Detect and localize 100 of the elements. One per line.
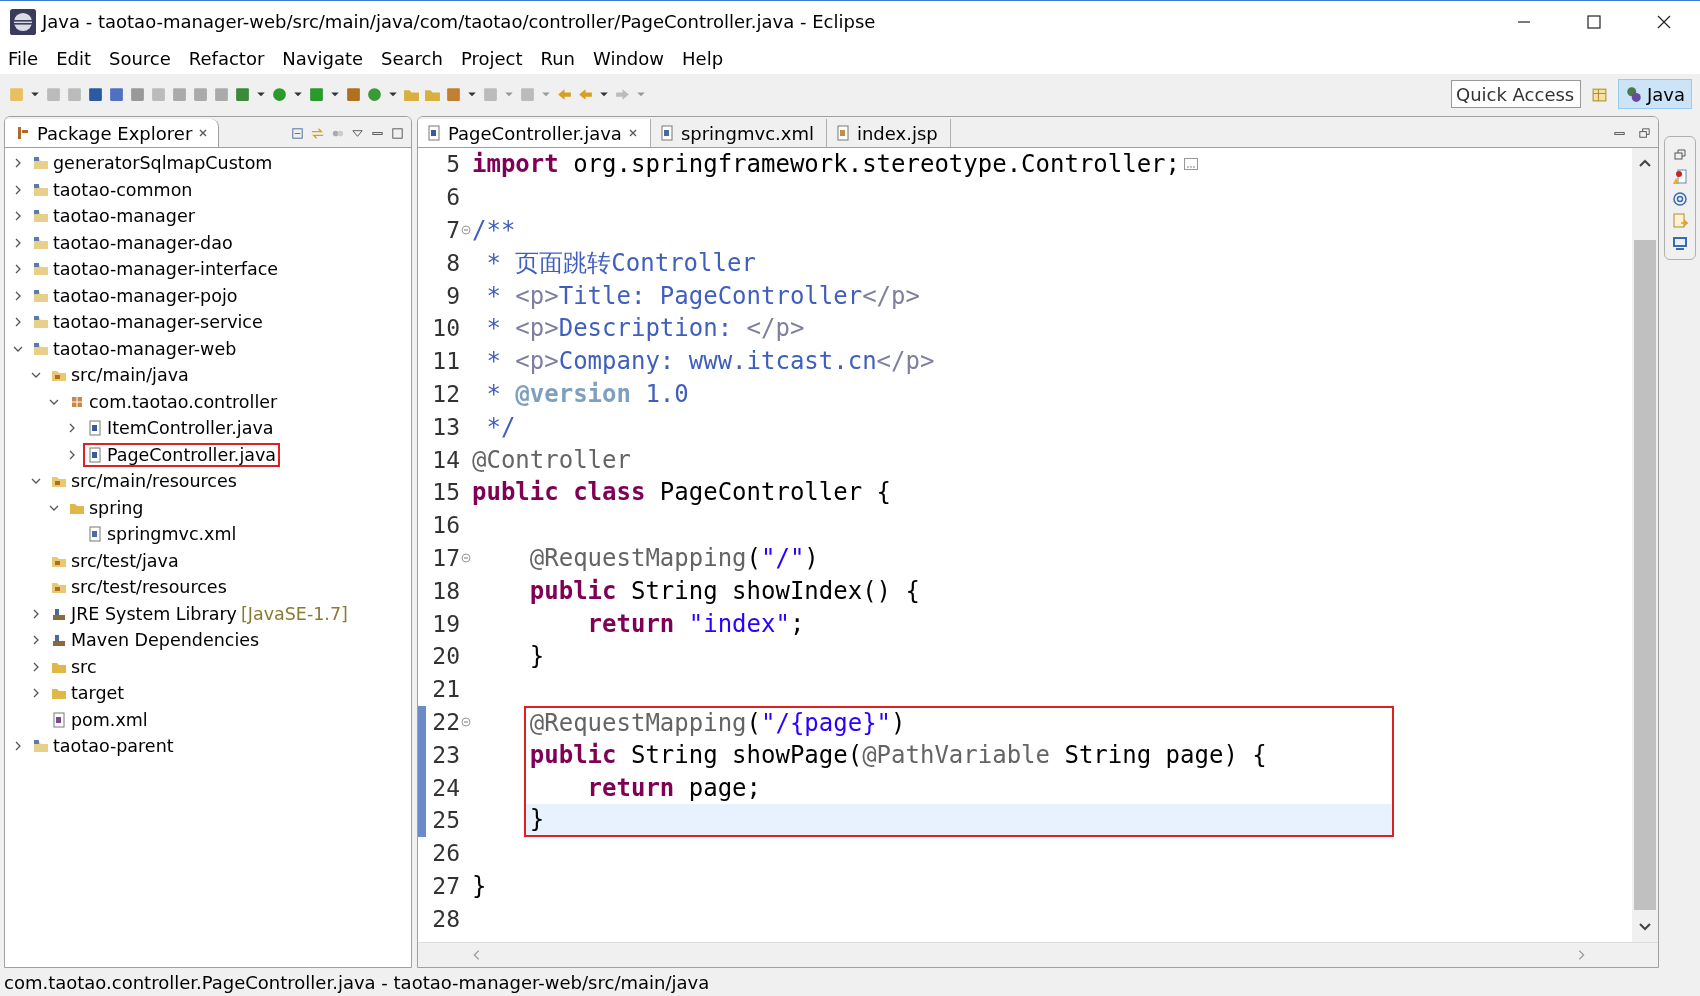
quick-access-field[interactable]: Quick Access xyxy=(1450,80,1581,108)
eclipse-logo-icon xyxy=(10,8,36,35)
fold-icon[interactable] xyxy=(461,552,471,563)
code-line: @Controller xyxy=(472,445,631,474)
line-number: 13 xyxy=(431,413,460,440)
project-icon xyxy=(33,208,49,225)
maven-file-icon xyxy=(51,711,67,728)
menu-item[interactable]: Navigate xyxy=(282,47,364,69)
menu-item[interactable]: File xyxy=(8,47,39,69)
tree-item[interactable]: taotao-parent xyxy=(29,734,178,759)
editor-tab[interactable]: PageController.java xyxy=(418,119,651,147)
line-number: 18 xyxy=(431,577,460,604)
tree-item[interactable]: taotao-manager xyxy=(29,204,199,229)
code-line: } xyxy=(472,871,487,900)
code-line: * @version 1.0 xyxy=(485,379,689,408)
line-number: 24 xyxy=(431,774,460,801)
tree-item[interactable]: taotao-manager-interface xyxy=(29,257,283,282)
project-icon xyxy=(33,314,49,331)
java-perspective-button[interactable]: Java xyxy=(1617,79,1692,109)
tree-item[interactable]: springmvc.xml xyxy=(83,522,241,547)
status-text: com.taotao.controller.PageController.java - taotao-manager-web/src/main/java xyxy=(4,971,710,993)
editor-tab[interactable]: springmvc.xml xyxy=(650,119,827,147)
code-line: } xyxy=(528,805,545,834)
code-line: import org.springframework.stereotype.Controller; xyxy=(472,150,1181,179)
restore-icon[interactable] xyxy=(1672,147,1688,163)
editor-tab[interactable]: index.jsp xyxy=(826,119,951,147)
menu-item[interactable]: Help xyxy=(682,47,724,69)
project-icon xyxy=(33,738,49,755)
tree-item[interactable]: src/main/java xyxy=(47,363,193,388)
line-number: 12 xyxy=(431,380,460,407)
tree-item[interactable]: JRE System Library [JavaSE-1.7] xyxy=(47,601,352,626)
restore-icon[interactable] xyxy=(1637,125,1652,141)
tree-item[interactable]: generatorSqlmapCustom xyxy=(29,151,277,176)
collapse-all-icon[interactable] xyxy=(290,125,305,141)
project-icon xyxy=(33,340,49,357)
line-number: 22 xyxy=(431,708,460,735)
menu-item[interactable]: Run xyxy=(540,47,576,69)
line-number: 14 xyxy=(431,446,460,473)
tree-item[interactable]: ItemController.java xyxy=(83,416,278,441)
code-line: * <p>Title: PageController</p> xyxy=(485,281,920,310)
project-icon xyxy=(33,155,49,172)
code-line: public String showPage(@PathVariable String page) { xyxy=(528,740,1267,769)
line-number: 16 xyxy=(431,512,460,539)
java-file-icon xyxy=(87,446,103,463)
menu-item[interactable]: Edit xyxy=(56,47,91,69)
code-line: } xyxy=(528,642,545,671)
line-number: 26 xyxy=(431,840,460,867)
folded-code-icon[interactable] xyxy=(1184,158,1199,171)
problems-icon[interactable] xyxy=(1672,169,1688,185)
package-explorer-tab[interactable]: Package Explorer xyxy=(5,119,220,147)
tree-item[interactable]: pom.xml xyxy=(47,707,152,732)
tree-item[interactable]: src/test/java xyxy=(47,548,183,573)
code-line: return page; xyxy=(586,773,761,802)
tree-item[interactable]: taotao-manager-web xyxy=(29,336,241,361)
code-line: public String showIndex() { xyxy=(528,576,920,605)
close-icon[interactable] xyxy=(198,128,209,138)
menu-item[interactable]: Source xyxy=(109,47,171,69)
menu-item[interactable]: Refactor xyxy=(188,47,265,69)
tree-item[interactable]: src/test/resources xyxy=(47,575,231,600)
line-number: 11 xyxy=(431,348,460,375)
maximize-icon[interactable] xyxy=(1586,13,1602,30)
tree-item[interactable]: src/main/resources xyxy=(47,469,241,494)
tree-item[interactable]: com.taotao.controller xyxy=(65,389,282,414)
tree-item[interactable]: Maven Dependencies xyxy=(47,628,264,653)
window-title: Java - taotao-manager-web/src/main/java/com/taotao/controller/PageController.java - Eclipse xyxy=(42,11,877,32)
java-perspective-icon xyxy=(1624,85,1643,103)
close-icon[interactable] xyxy=(1656,13,1672,30)
line-number: 15 xyxy=(431,479,460,506)
tree-item-decoration: [JavaSE-1.7] xyxy=(240,603,348,624)
maximize-icon[interactable] xyxy=(390,125,405,141)
menu-item[interactable]: Search xyxy=(381,47,443,69)
java-file-icon xyxy=(87,420,103,437)
code-line: * 页面跳转Controller xyxy=(485,247,756,279)
project-icon xyxy=(33,234,49,251)
line-number: 5 xyxy=(445,151,460,178)
tree-item[interactable]: target xyxy=(47,681,129,706)
console-icon[interactable] xyxy=(1672,235,1688,251)
line-number: 10 xyxy=(431,315,460,342)
fold-icon[interactable] xyxy=(461,225,471,235)
code-line: */ xyxy=(485,412,516,441)
code-line: public class PageController { xyxy=(472,478,892,507)
fold-icon[interactable] xyxy=(461,716,471,727)
tree-item[interactable]: PageController.java xyxy=(83,442,281,467)
close-icon[interactable] xyxy=(627,128,638,138)
code-line: * <p>Description: </p> xyxy=(485,314,805,343)
tree-item[interactable]: src xyxy=(47,654,101,679)
xml-file-icon xyxy=(658,125,675,141)
line-number: 25 xyxy=(431,807,460,834)
tree-item[interactable]: taotao-manager-dao xyxy=(29,230,237,255)
menu-item[interactable]: Project xyxy=(460,47,523,69)
tree-item[interactable]: spring xyxy=(65,495,148,520)
tree-item[interactable]: taotao-common xyxy=(29,177,197,202)
tree-item[interactable]: taotao-manager-pojo xyxy=(29,283,242,308)
menu-item[interactable]: Window xyxy=(593,47,664,69)
line-number: 8 xyxy=(445,249,460,276)
code-line: /** xyxy=(472,216,516,244)
scrollbar-thumb[interactable] xyxy=(1634,240,1656,910)
tree-item[interactable]: taotao-manager-service xyxy=(29,310,267,335)
line-number: 7 xyxy=(445,217,460,243)
java-file-icon xyxy=(426,125,442,141)
